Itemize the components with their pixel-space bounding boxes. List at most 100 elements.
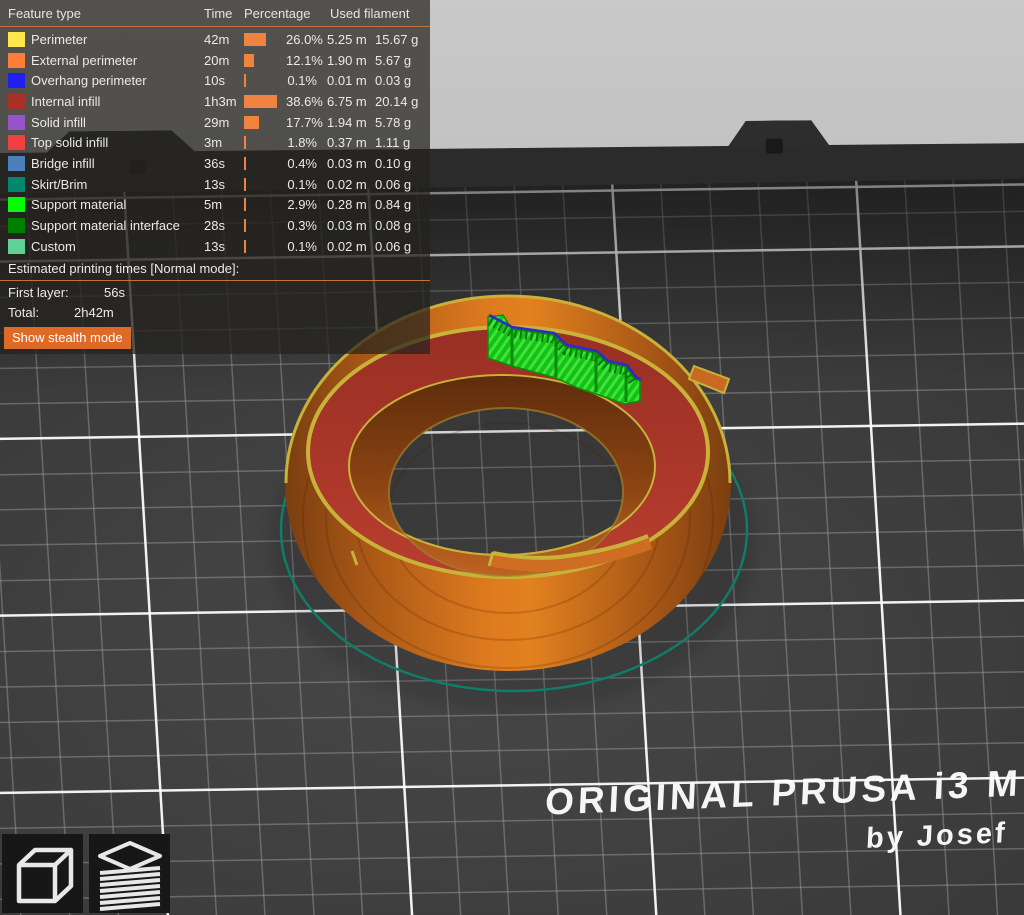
feature-label: Perimeter	[31, 32, 204, 47]
percentage-bar	[244, 95, 286, 108]
header-feature-type: Feature type	[8, 6, 204, 21]
legend-panel: Feature type Time Percentage Used filame…	[0, 0, 430, 354]
feature-label: Support material	[31, 197, 204, 212]
view-toolbar	[2, 834, 170, 913]
filament-weight: 15.67 g	[375, 32, 418, 47]
layers-icon	[92, 837, 168, 911]
feature-label: Custom	[31, 239, 204, 254]
percentage-bar	[244, 178, 286, 191]
feature-label: Top solid infill	[31, 135, 204, 150]
percentage-value: 0.1%	[286, 239, 317, 254]
feature-label: Internal infill	[31, 94, 204, 109]
legend-row: Skirt/Brim13s 0.1% 0.02 m 0.06 g	[0, 174, 430, 195]
filament-length: 1.94 m	[327, 115, 371, 130]
legend-row: Solid infill29m 17.7% 1.94 m 5.78 g	[0, 112, 430, 133]
legend-row: Internal infill1h3m 38.6% 6.75 m 20.14 g	[0, 91, 430, 112]
feature-color-swatch	[8, 177, 25, 192]
total-label: Total:	[8, 305, 74, 320]
total-row: Total: 2h42m	[0, 303, 430, 323]
time-value: 5m	[204, 197, 244, 212]
feature-color-swatch	[8, 239, 25, 254]
legend-header: Feature type Time Percentage Used filame…	[0, 0, 430, 25]
legend-row: Support material interface28s 0.3% 0.03 m 0…	[0, 215, 430, 236]
header-percentage: Percentage	[244, 6, 330, 21]
filament-weight: 0.08 g	[375, 218, 411, 233]
percentage-bar	[244, 198, 286, 211]
filament-weight: 0.10 g	[375, 156, 411, 171]
feature-label: Overhang perimeter	[31, 73, 204, 88]
percentage-bar	[244, 157, 286, 170]
time-value: 3m	[204, 135, 244, 150]
filament-weight: 5.67 g	[375, 53, 411, 68]
percentage-bar	[244, 240, 286, 253]
filament-weight: 1.11 g	[375, 135, 410, 150]
percentage-value: 0.1%	[286, 73, 317, 88]
filament-weight: 0.06 g	[375, 177, 411, 192]
percentage-value: 26.0%	[286, 32, 317, 47]
legend-row: Overhang perimeter10s0.1%0.01 m0.03 g	[0, 70, 430, 91]
first-layer-label: First layer:	[8, 285, 104, 300]
filament-weight: 5.78 g	[375, 115, 411, 130]
percentage-value: 1.8%	[286, 135, 317, 150]
percentage-value: 0.4%	[286, 156, 317, 171]
feature-label: Skirt/Brim	[31, 177, 204, 192]
filament-weight: 0.06 g	[375, 239, 411, 254]
percentage-value: 12.1%	[286, 53, 317, 68]
feature-label: Bridge infill	[31, 156, 204, 171]
time-value: 36s	[204, 156, 244, 171]
3d-view-button[interactable]	[2, 834, 83, 913]
legend-row: Custom13s0.1%0.02 m0.06 g	[0, 236, 430, 257]
feature-label: Solid infill	[31, 115, 204, 130]
layers-view-button[interactable]	[89, 834, 170, 913]
header-time: Time	[204, 6, 244, 21]
legend-row: External perimeter20m 12.1% 1.90 m 5.67 g	[0, 50, 430, 71]
legend-row: Perimeter42m26.0%5.25 m15.67 g	[0, 29, 430, 50]
filament-weight: 0.03 g	[375, 73, 411, 88]
feature-label: External perimeter	[31, 53, 204, 68]
percentage-value: 0.3%	[286, 218, 317, 233]
total-value: 2h42m	[74, 305, 114, 320]
filament-length: 0.03 m	[327, 218, 371, 233]
filament-length: 5.25 m	[327, 32, 371, 47]
feature-color-swatch	[8, 73, 25, 88]
first-layer-row: First layer: 56s	[0, 283, 430, 303]
filament-length: 1.90 m	[327, 53, 371, 68]
legend-divider-2	[0, 280, 430, 281]
filament-weight: 20.14 g	[375, 94, 418, 109]
feature-color-swatch	[8, 94, 25, 109]
filament-length: 0.02 m	[327, 177, 371, 192]
feature-color-swatch	[8, 135, 25, 150]
feature-label: Support material interface	[31, 218, 204, 233]
show-stealth-mode-button[interactable]: Show stealth mode	[4, 327, 131, 349]
time-value: 1h3m	[204, 94, 244, 109]
feature-color-swatch	[8, 115, 25, 130]
filament-length: 0.03 m	[327, 156, 371, 171]
legend-row: Top solid infill3m 1.8% 0.37 m 1.11 g	[0, 132, 430, 153]
legend-row: Support material5m2.9%0.28 m0.84 g	[0, 195, 430, 216]
percentage-value: 17.7%	[286, 115, 317, 130]
legend-row: Bridge infill36s 0.4% 0.03 m 0.10 g	[0, 153, 430, 174]
header-used-filament: Used filament	[330, 6, 409, 21]
percentage-value: 0.1%	[286, 177, 317, 192]
time-value: 29m	[204, 115, 244, 130]
filament-length: 0.01 m	[327, 73, 371, 88]
filament-length: 6.75 m	[327, 94, 371, 109]
feature-color-swatch	[8, 156, 25, 171]
first-layer-value: 56s	[104, 285, 125, 300]
feature-color-swatch	[8, 197, 25, 212]
feature-color-swatch	[8, 32, 25, 47]
time-value: 20m	[204, 53, 244, 68]
cube-icon	[5, 837, 81, 911]
percentage-bar	[244, 33, 286, 46]
time-value: 13s	[204, 239, 244, 254]
percentage-bar	[244, 136, 286, 149]
time-value: 28s	[204, 218, 244, 233]
percentage-value: 38.6%	[286, 94, 317, 109]
filament-length: 0.37 m	[327, 135, 371, 150]
percentage-bar	[244, 116, 286, 129]
percentage-value: 2.9%	[286, 197, 317, 212]
gcode-preview-viewport[interactable]: ORIGINAL PRUSA i3 M by Josef	[0, 0, 1024, 915]
legend-divider	[0, 26, 430, 27]
time-value: 13s	[204, 177, 244, 192]
legend-rows: Perimeter42m26.0%5.25 m15.67 gExternal p…	[0, 29, 430, 257]
